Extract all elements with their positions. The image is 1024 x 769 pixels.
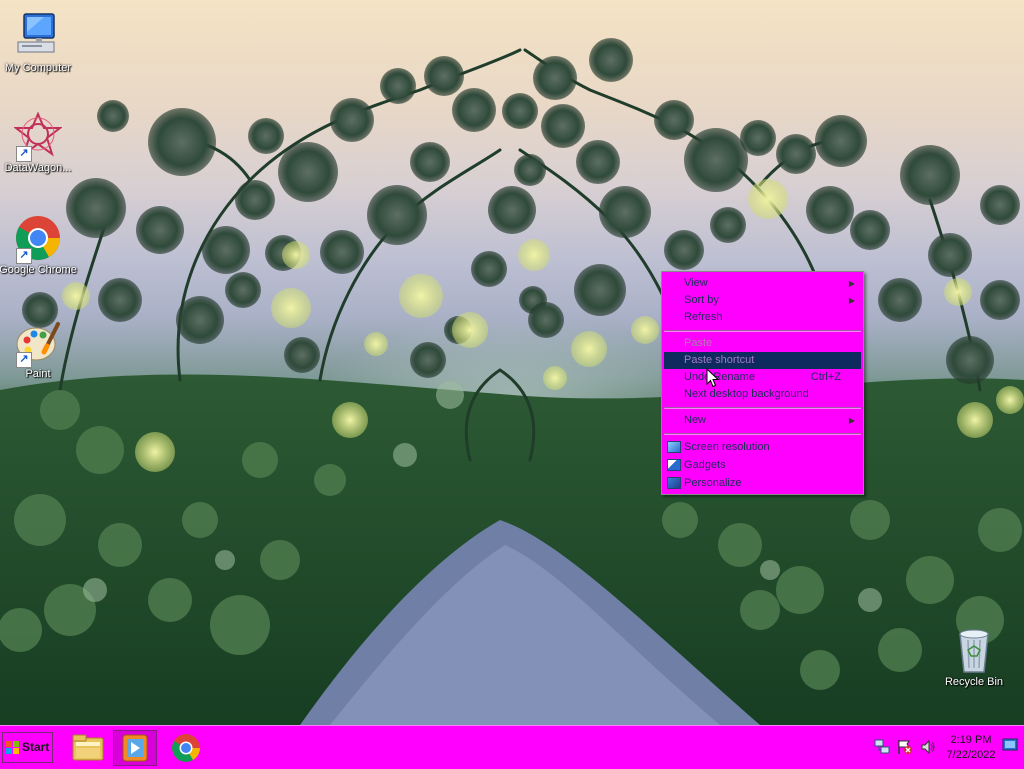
desktop-wallpaper[interactable]	[0, 0, 1024, 725]
menu-item-gadgets[interactable]: Gadgets	[664, 457, 861, 474]
menu-item-next-desktop-background[interactable]: Next desktop background	[664, 386, 861, 403]
taskbar: Start 2:19 PM 7/22/2022	[0, 725, 1024, 769]
action-center-flag-icon[interactable]	[897, 739, 913, 755]
desktop-icon-label: Paint	[25, 368, 51, 380]
media-player-icon	[122, 734, 148, 762]
menu-separator	[664, 330, 861, 332]
desktop-icon-label: Google Chrome	[0, 264, 77, 276]
datawagon-icon: ↗	[13, 111, 63, 162]
clock-time: 2:19 PM	[950, 734, 992, 746]
menu-item-refresh[interactable]: Refresh	[664, 309, 861, 326]
taskbar-windows-media-player[interactable]	[113, 730, 157, 766]
desktop-context-menu: View ▶ Sort by ▶ Refresh Paste Paste sho…	[661, 271, 864, 495]
submenu-arrow-icon: ▶	[848, 296, 855, 305]
menu-item-label: Refresh	[684, 311, 723, 323]
wallpaper-art	[0, 38, 1024, 725]
menu-item-paste[interactable]: Paste	[664, 335, 861, 352]
taskbar-google-chrome[interactable]	[164, 730, 208, 766]
menu-item-personalize[interactable]: Personalize	[664, 475, 861, 492]
clock-date: 7/22/2022	[946, 749, 996, 761]
system-tray: 2:19 PM 7/22/2022	[866, 730, 1024, 766]
desktop-icon-label: DataWagon...	[4, 162, 72, 174]
recycle-bin-icon	[950, 626, 998, 674]
mouse-cursor-icon	[706, 368, 720, 388]
menu-item-label: Sort by	[684, 294, 719, 306]
menu-item-label: Personalize	[684, 477, 742, 489]
system-clock[interactable]: 2:19 PM 7/22/2022	[936, 733, 1006, 763]
menu-item-sort-by[interactable]: Sort by ▶	[664, 292, 861, 309]
volume-icon[interactable]	[920, 739, 936, 755]
shortcut-arrow-icon: ↗	[16, 248, 32, 264]
paint-icon: ↗	[14, 318, 62, 368]
menu-item-view[interactable]: View ▶	[664, 275, 861, 292]
menu-item-undo-rename[interactable]: Undo Rename Ctrl+Z	[664, 369, 861, 386]
desktop-icon-label: My Computer	[4, 62, 72, 74]
desktop-icon-datawagon[interactable]: ↗ DataWagon...	[0, 111, 78, 175]
chrome-icon	[172, 734, 200, 762]
submenu-arrow-icon: ▶	[848, 279, 855, 288]
gadgets-icon	[667, 459, 681, 471]
menu-item-label: View	[684, 277, 708, 289]
menu-separator	[664, 407, 861, 409]
folder-icon	[72, 734, 104, 761]
network-icon[interactable]	[874, 739, 890, 755]
menu-item-shortcut: Ctrl+Z	[810, 371, 841, 383]
desktop-icon-my-computer[interactable]: My Computer	[0, 12, 78, 75]
computer-icon	[14, 12, 62, 60]
start-label: Start	[22, 740, 50, 754]
menu-item-label: Gadgets	[684, 459, 726, 471]
desktop-icon-recycle-bin[interactable]: Recycle Bin	[934, 626, 1014, 689]
menu-item-label: Next desktop background	[684, 388, 809, 400]
menu-item-paste-shortcut[interactable]: Paste shortcut	[664, 352, 861, 369]
menu-item-label: Screen resolution	[684, 441, 770, 453]
desktop-icon-paint[interactable]: ↗ Paint	[0, 318, 78, 381]
windows-logo-icon	[6, 741, 19, 754]
menu-item-label: Paste	[684, 337, 713, 349]
start-button[interactable]: Start	[2, 732, 53, 763]
menu-item-label: Paste shortcut	[684, 354, 755, 366]
shortcut-arrow-icon: ↗	[16, 146, 32, 162]
taskbar-windows-explorer[interactable]	[66, 730, 110, 766]
menu-item-label: New	[684, 414, 707, 426]
desktop-icon-label: Recycle Bin	[944, 676, 1004, 688]
desktop-icon-google-chrome[interactable]: ↗ Google Chrome	[0, 214, 78, 277]
menu-item-screen-resolution[interactable]: Screen resolution	[664, 439, 861, 456]
show-desktop-icon[interactable]	[1002, 737, 1018, 753]
chrome-icon: ↗	[14, 214, 62, 264]
personalize-icon	[667, 477, 681, 489]
submenu-arrow-icon: ▶	[848, 416, 855, 425]
menu-separator	[664, 433, 861, 435]
shortcut-arrow-icon: ↗	[16, 352, 32, 368]
screen-resolution-icon	[667, 441, 681, 453]
menu-item-new[interactable]: New ▶	[664, 412, 861, 429]
